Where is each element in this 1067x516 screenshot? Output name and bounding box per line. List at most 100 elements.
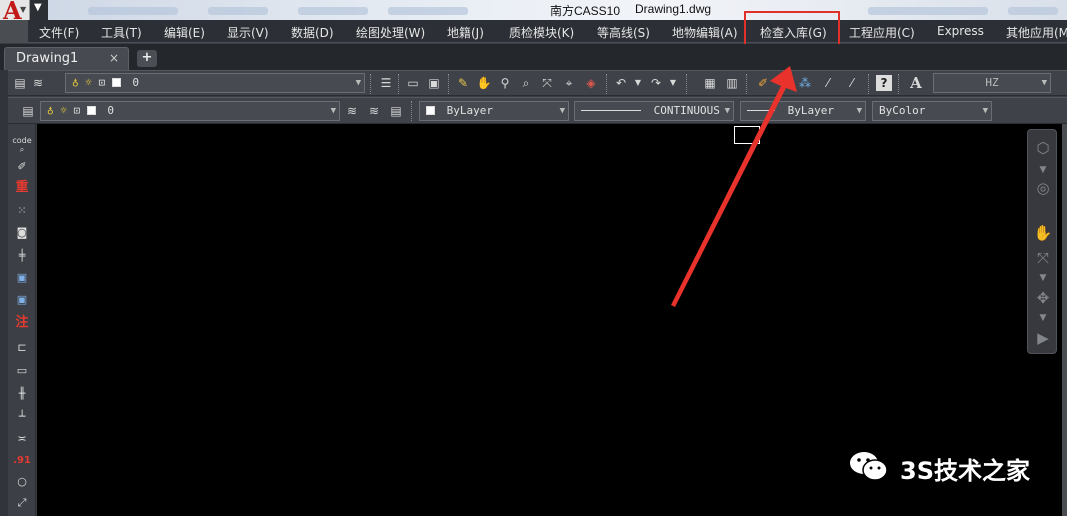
navigation-bar[interactable]: ⬡ ▼ ◎ ✋ ⤧ ▼ ✥ ▼ ▶	[1027, 129, 1057, 354]
code-query-icon[interactable]: code ⌕	[12, 136, 32, 154]
break-line-icon[interactable]: ⁄	[844, 75, 860, 91]
properties-icon[interactable]: ▦	[702, 75, 718, 91]
menu-file[interactable]: 文件(F)	[39, 24, 79, 41]
redraw-icon[interactable]: ◈	[583, 75, 599, 91]
lineweight-value: ByLayer	[787, 104, 834, 117]
chevron-down-icon[interactable]: ▼	[1033, 160, 1053, 180]
toolbar-grip[interactable]	[398, 74, 401, 94]
rectangle-icon[interactable]: ▭	[12, 362, 32, 380]
menu-contour[interactable]: 等高线(S)	[597, 24, 650, 41]
toolbar-grip[interactable]	[448, 74, 451, 94]
rail-icon[interactable]: ┴	[12, 408, 32, 426]
code-label: code	[12, 136, 32, 145]
toolbar-grip[interactable]	[686, 74, 689, 94]
extend-line-icon[interactable]: ⁄	[820, 75, 836, 91]
design-center-icon[interactable]: ▥	[724, 75, 740, 91]
tower-icon[interactable]: ╪	[12, 247, 32, 265]
color-dropdown[interactable]: ByLayer ▼	[419, 101, 569, 121]
tab-drawing1[interactable]: Drawing1 ×	[4, 47, 129, 70]
plotstyle-dropdown[interactable]: ByColor ▼	[872, 101, 992, 121]
coordinate-query-icon[interactable]: ▣	[12, 269, 32, 287]
match-properties-icon[interactable]: ✎	[455, 75, 471, 91]
pan-icon[interactable]: ✋	[476, 75, 492, 91]
redraw-button[interactable]: 重	[12, 179, 32, 197]
point-grid-icon[interactable]: ⁙	[12, 202, 32, 220]
menu-draw-processing[interactable]: 绘图处理(W)	[356, 24, 425, 41]
quick-access-toolbar[interactable]: ▼	[30, 0, 48, 20]
brush-icon[interactable]: ✐	[755, 75, 771, 91]
annotate-button[interactable]: 注	[12, 314, 32, 332]
layer-previous-icon[interactable]: ≋	[366, 103, 382, 119]
toolbar-grip[interactable]	[868, 74, 871, 94]
line-icon[interactable]: ⤢	[12, 494, 32, 512]
text-style-icon[interactable]: A	[908, 74, 924, 92]
move-icon[interactable]: ✥	[776, 75, 792, 91]
save-icon[interactable]: ▣	[426, 75, 442, 91]
zoom-extents-icon[interactable]: ⤧	[1033, 248, 1053, 268]
toolbar-grip[interactable]	[411, 101, 414, 121]
chevron-down-icon[interactable]: ▼	[665, 75, 681, 91]
menu-cadastre[interactable]: 地籍(J)	[447, 24, 484, 41]
layer-manager-icon[interactable]: ▤	[12, 75, 28, 91]
pan-icon[interactable]: ✋	[1033, 223, 1053, 243]
watermark: 3S技术之家	[848, 447, 1048, 487]
lineweight-icon[interactable]: ☰	[378, 75, 394, 91]
view-cube-icon[interactable]: ⬡	[1033, 138, 1053, 158]
close-icon[interactable]: ×	[109, 51, 119, 65]
lock-icon: ⊡	[98, 76, 106, 89]
layer-manager-icon[interactable]: ▤	[20, 103, 36, 119]
menu-quality-check[interactable]: 质检模块(K)	[509, 24, 574, 41]
menu-express[interactable]: Express	[937, 24, 984, 38]
menu-other-apps[interactable]: 其他应用(M	[1006, 24, 1067, 41]
toolbar-grip[interactable]	[898, 74, 901, 94]
camera-icon[interactable]: ◙	[12, 224, 32, 242]
chevron-down-icon: ▼	[355, 78, 361, 88]
menu-feature-edit[interactable]: 地物编辑(A)	[672, 24, 738, 41]
chevron-down-icon[interactable]: ▼	[1033, 308, 1053, 328]
showmotion-icon[interactable]: ▶	[1033, 328, 1053, 348]
building-icon[interactable]: ⊏	[12, 339, 32, 357]
zoom-icon[interactable]: ⚲	[497, 75, 513, 91]
distance-query-icon[interactable]: ▣	[12, 291, 32, 309]
chevron-down-icon[interactable]: ▼	[1033, 268, 1053, 288]
menu-edit[interactable]: 编辑(E)	[164, 24, 205, 41]
new-tab-button[interactable]: +	[137, 50, 157, 67]
chevron-down-icon[interactable]: ▼	[630, 75, 646, 91]
undo-icon[interactable]: ↶	[613, 75, 629, 91]
redo-icon[interactable]: ↷	[648, 75, 664, 91]
zoom-previous-icon[interactable]: ⌖	[561, 75, 577, 91]
menu-tools[interactable]: 工具(T)	[101, 24, 142, 41]
app-menu-button[interactable]: A ▼	[0, 0, 30, 25]
zoom-window-icon[interactable]: ⌕	[518, 75, 534, 91]
elevation-point-button[interactable]: .91	[12, 452, 32, 470]
blurred-item	[388, 7, 468, 15]
toolbar-grip[interactable]	[606, 74, 609, 94]
layer-dropdown[interactable]: ♁ ☼ ⊡ 0 ▼	[65, 73, 365, 93]
zoom-extents-icon[interactable]: ⤧	[539, 75, 555, 91]
drawing-canvas[interactable]: ⬡ ▼ ◎ ✋ ⤧ ▼ ✥ ▼ ▶ 3S技术之家	[37, 124, 1062, 516]
help-icon[interactable]: ?	[876, 75, 892, 91]
text-style-dropdown[interactable]: HZ ▼	[933, 73, 1051, 93]
open-icon[interactable]: ▭	[405, 75, 421, 91]
menu-data[interactable]: 数据(D)	[291, 24, 334, 41]
circle-icon[interactable]: ○	[12, 473, 32, 491]
layer-dropdown-2[interactable]: ♁ ☼ ⊡ 0 ▼	[40, 101, 340, 121]
linetype-dropdown[interactable]: CONTINUOUS ▼	[574, 101, 734, 121]
color-swatch	[426, 106, 435, 115]
steering-wheel-icon[interactable]: ◎	[1033, 178, 1053, 198]
make-current-icon[interactable]: ≋	[344, 103, 360, 119]
road-icon[interactable]: ≍	[12, 430, 32, 448]
fence-icon[interactable]: ╫	[12, 385, 32, 403]
layer-match-icon[interactable]: ▤	[388, 103, 404, 119]
toolbar-grip[interactable]	[370, 74, 373, 94]
menu-display[interactable]: 显示(V)	[227, 24, 269, 41]
cass-side-toolbar: code ⌕ ✐ 重 ⁙ ◙ ╪ ▣ ▣ 注 ⊏ ▭ ╫ ┴ ≍ .91 ○ ⤢	[8, 124, 36, 516]
toolbar-grip[interactable]	[746, 74, 749, 94]
orbit-icon[interactable]: ✥	[1033, 288, 1053, 308]
menu-engineering[interactable]: 工程应用(C)	[849, 24, 915, 41]
layer-tool-icon[interactable]: ✐	[12, 158, 32, 176]
blurred-item	[298, 7, 368, 15]
layer-states-icon[interactable]: ≋	[30, 75, 46, 91]
lineweight-dropdown[interactable]: ByLayer ▼	[740, 101, 866, 121]
group-icon[interactable]: ⁂	[797, 75, 813, 91]
